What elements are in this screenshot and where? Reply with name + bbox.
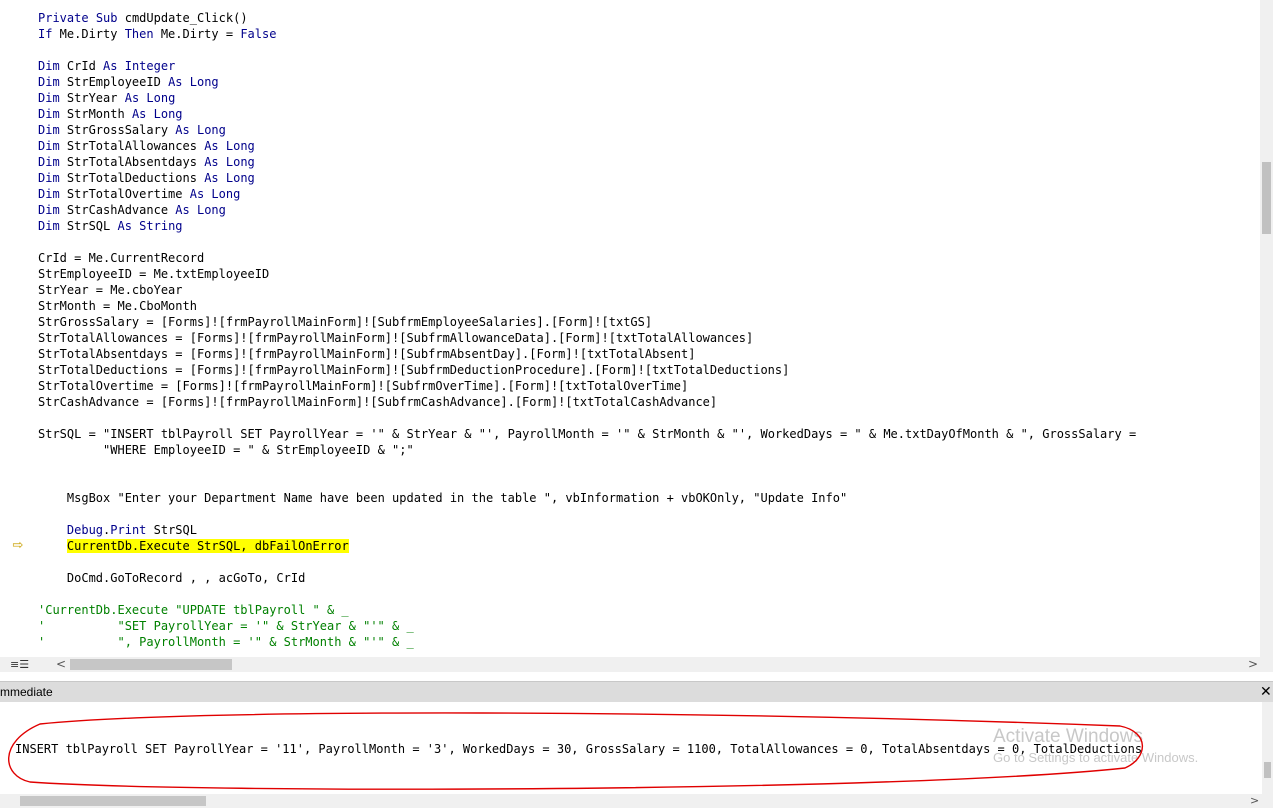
code-line[interactable] [38,42,1260,58]
code-line[interactable] [38,506,1260,522]
immediate-window-title: mmediate [0,685,53,699]
code-lines[interactable]: Private Sub cmdUpdate_Click() If Me.Dirty… [38,10,1260,650]
code-line[interactable] [38,586,1260,602]
code-line[interactable] [38,234,1260,250]
code-line[interactable]: CrId = Me.CurrentRecord [38,250,1260,266]
code-line[interactable] [38,554,1260,570]
code-line[interactable]: Dim StrSQL As String [38,218,1260,234]
code-line[interactable]: "WHERE EmployeeID = " & StrEmployeeID & … [38,442,1260,458]
code-horizontal-scroll-thumb[interactable] [70,659,232,670]
code-line[interactable]: Dim StrMonth As Long [38,106,1260,122]
code-line[interactable]: StrCashAdvance = [Forms]![frmPayrollMain… [38,394,1260,410]
immediate-window-titlebar: mmediate ✕ [0,681,1273,702]
code-line[interactable]: DoCmd.GoToRecord , , acGoTo, CrId [38,570,1260,586]
code-line[interactable]: If Me.Dirty Then Me.Dirty = False [38,26,1260,42]
execution-point-arrow-icon: ⇨ [12,538,24,553]
immediate-vertical-scrollbar[interactable] [1262,702,1273,794]
code-line[interactable]: Dim StrTotalOvertime As Long [38,186,1260,202]
code-line[interactable]: StrYear = Me.cboYear [38,282,1260,298]
scroll-right-arrow-icon[interactable]: > [1250,794,1259,808]
code-line[interactable]: 'CurrentDb.Execute "UPDATE tblPayroll " … [38,602,1260,618]
code-line[interactable]: StrTotalDeductions = [Forms]![frmPayroll… [38,362,1260,378]
code-line[interactable]: StrTotalAllowances = [Forms]![frmPayroll… [38,330,1260,346]
code-line[interactable]: Dim StrTotalAllowances As Long [38,138,1260,154]
code-line[interactable]: StrEmployeeID = Me.txtEmployeeID [38,266,1260,282]
immediate-window[interactable]: INSERT tblPayroll SET PayrollYear = '11'… [0,702,1273,794]
code-vertical-scrollbar[interactable] [1260,0,1273,657]
code-line[interactable]: Dim StrGrossSalary As Long [38,122,1260,138]
code-line[interactable]: Dim StrTotalDeductions As Long [38,170,1260,186]
close-icon[interactable]: ✕ [1260,684,1273,700]
code-line[interactable]: ' ", PayrollMonth = '" & StrMonth & "'" … [38,634,1260,650]
code-line[interactable] [38,410,1260,426]
code-horizontal-scrollbar[interactable]: ≡☰ < > [0,657,1273,672]
code-editor-pane[interactable]: ⇨ Private Sub cmdUpdate_Click() If Me.Dir… [0,0,1273,657]
annotation-circle [8,712,1144,790]
code-line[interactable]: Dim CrId As Integer [38,58,1260,74]
code-line[interactable]: Dim StrTotalAbsentdays As Long [38,154,1260,170]
code-line[interactable]: Dim StrCashAdvance As Long [38,202,1260,218]
code-vertical-scroll-thumb[interactable] [1262,162,1271,234]
code-line[interactable]: StrGrossSalary = [Forms]![frmPayrollMain… [38,314,1260,330]
immediate-vertical-scroll-thumb[interactable] [1264,762,1271,778]
code-line[interactable]: Debug.Print StrSQL [38,522,1260,538]
code-line[interactable]: StrTotalOvertime = [Forms]![frmPayrollMa… [38,378,1260,394]
code-line[interactable]: StrMonth = Me.CboMonth [38,298,1260,314]
code-line[interactable]: Dim StrEmployeeID As Long [38,74,1260,90]
scroll-right-arrow-icon[interactable]: > [1248,657,1260,672]
code-line[interactable]: StrSQL = "INSERT tblPayroll SET PayrollY… [38,426,1260,442]
code-line[interactable] [38,474,1260,490]
code-line[interactable]: MsgBox "Enter your Department Name have … [38,490,1260,506]
immediate-horizontal-scrollbar[interactable]: > [0,794,1273,808]
scroll-left-arrow-icon[interactable]: < [56,657,68,672]
margin-indicator-bar[interactable] [0,0,30,657]
immediate-horizontal-scroll-thumb[interactable] [20,796,206,806]
procedure-view-icon[interactable]: ≡☰ [10,657,40,672]
code-line[interactable]: Dim StrYear As Long [38,90,1260,106]
code-line[interactable] [38,458,1260,474]
annotation-circle-stroke [8,712,1144,790]
code-line[interactable]: ' "SET PayrollYear = '" & StrYear & "'" … [38,618,1260,634]
code-line[interactable]: CurrentDb.Execute StrSQL, dbFailOnError [38,538,1260,554]
code-line[interactable]: Private Sub cmdUpdate_Click() [38,10,1260,26]
code-line[interactable]: StrTotalAbsentdays = [Forms]![frmPayroll… [38,346,1260,362]
